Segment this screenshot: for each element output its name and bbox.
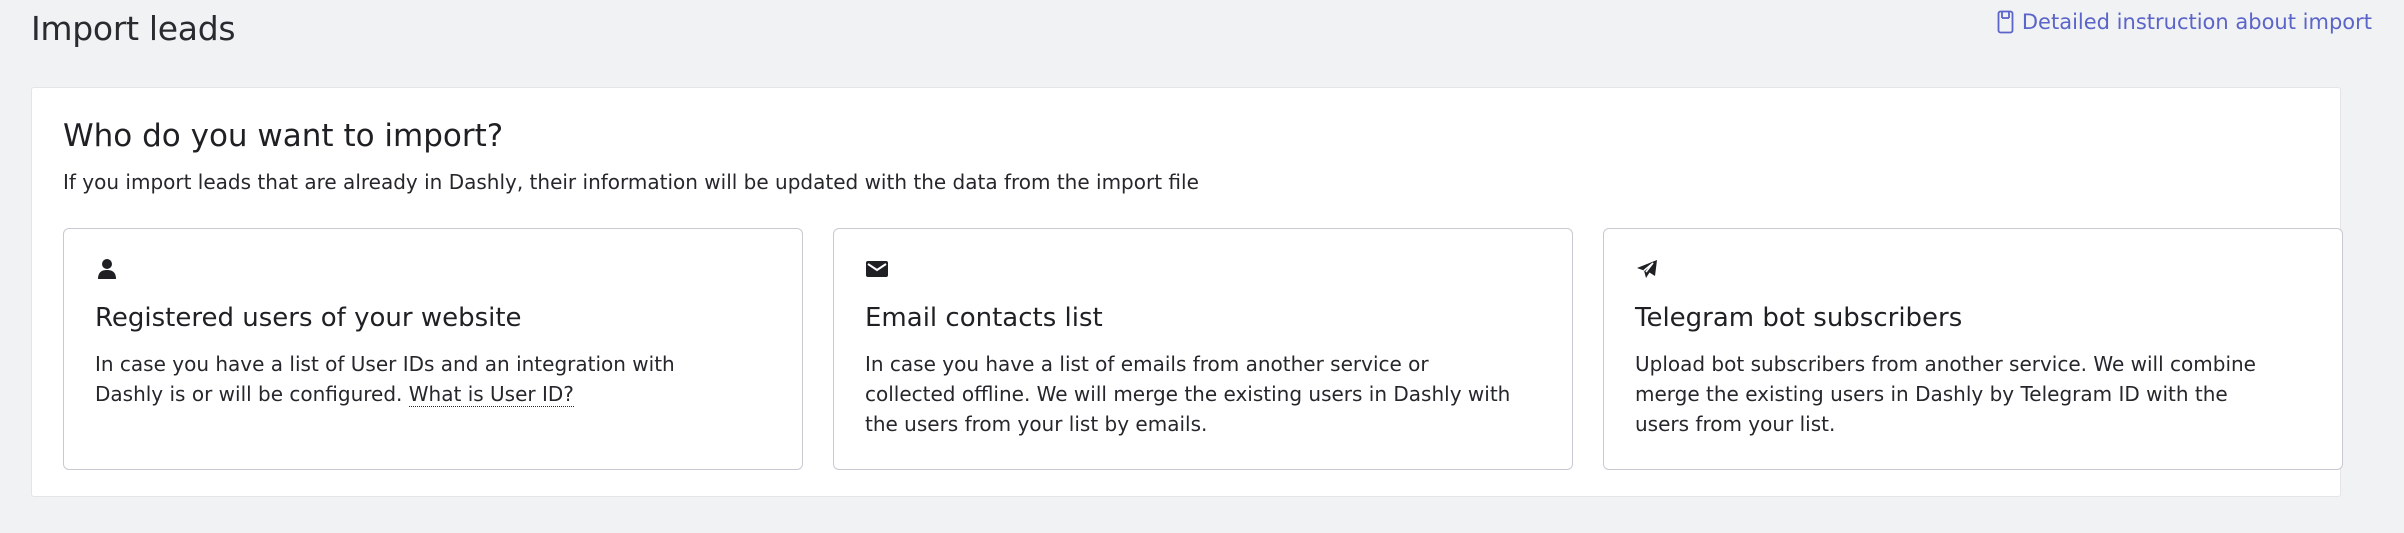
card-email-contacts[interactable]: Email contacts list In case you have a l… xyxy=(833,228,1573,470)
card-description: Upload bot subscribers from another serv… xyxy=(1635,352,2256,436)
card-description: In case you have a list of User IDs and … xyxy=(95,349,745,409)
panel-subtitle: If you import leads that are already in … xyxy=(63,170,1199,194)
page-title: Import leads xyxy=(31,9,236,48)
instruction-link-label: Detailed instruction about import xyxy=(2021,10,2372,34)
card-title: Telegram bot subscribers xyxy=(1635,303,1963,333)
book-icon xyxy=(1997,10,2014,34)
import-panel: Who do you want to import? If you import… xyxy=(31,87,2343,497)
card-title: Email contacts list xyxy=(865,303,1103,333)
card-telegram-subscribers[interactable]: Telegram bot subscribers Upload bot subs… xyxy=(1603,228,2343,470)
user-icon xyxy=(95,257,119,281)
card-description-text: In case you have a list of User IDs and … xyxy=(95,352,675,406)
instruction-link[interactable]: Detailed instruction about import xyxy=(1997,10,2372,34)
panel-title: Who do you want to import? xyxy=(63,118,504,154)
what-is-user-id-link[interactable]: What is User ID? xyxy=(408,382,574,407)
card-description: In case you have a list of emails from a… xyxy=(865,352,1511,436)
import-type-cards: Registered users of your website In case… xyxy=(63,228,2343,470)
telegram-icon xyxy=(1635,257,1659,281)
card-title: Registered users of your website xyxy=(95,303,522,333)
card-registered-users[interactable]: Registered users of your website In case… xyxy=(63,228,803,470)
envelope-icon xyxy=(865,257,889,281)
